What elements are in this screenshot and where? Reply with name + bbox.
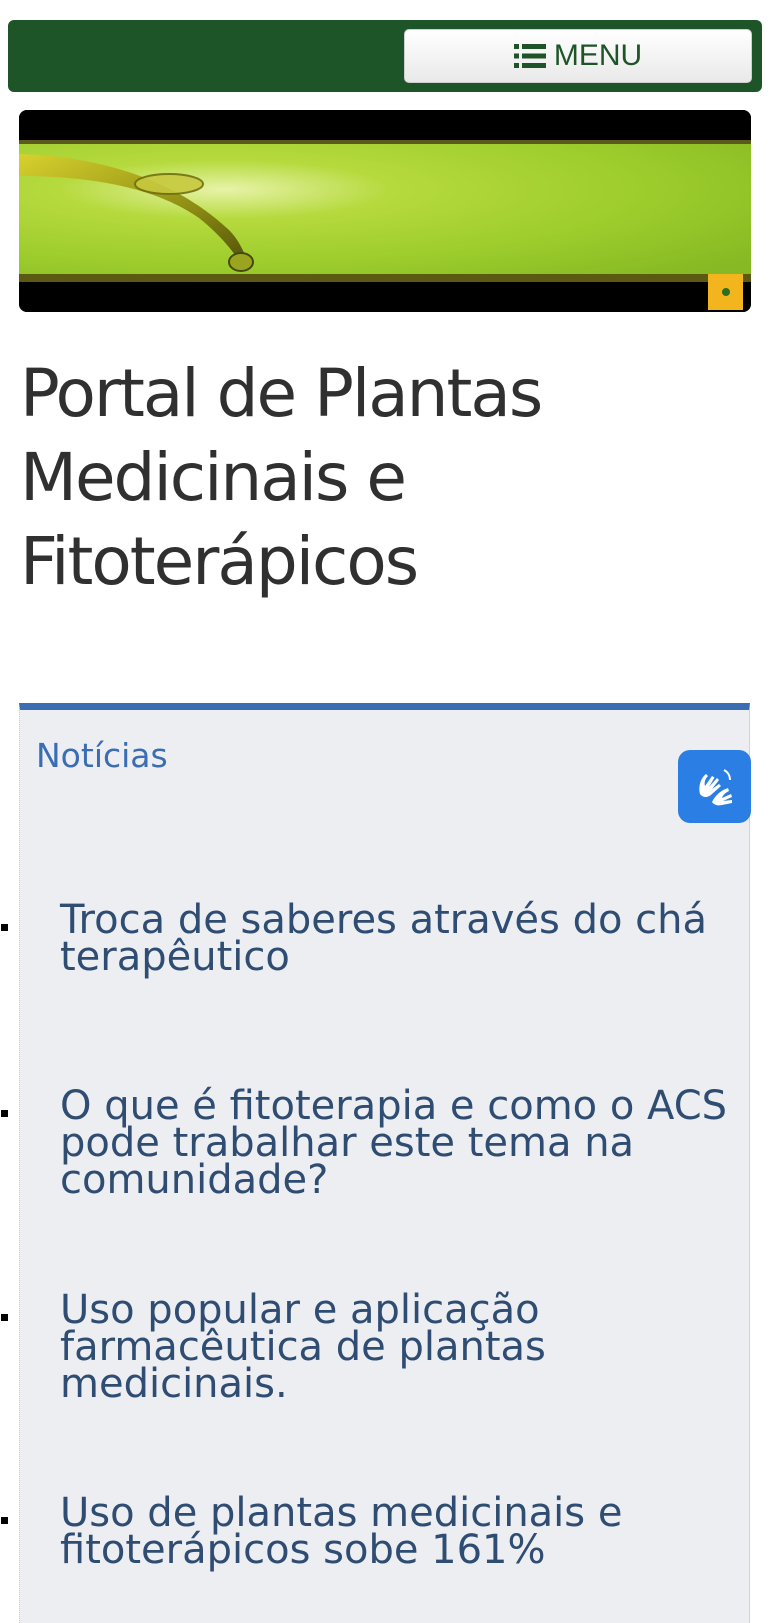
sign-language-hands-icon — [698, 768, 732, 805]
bullet-icon — [1, 1517, 8, 1524]
indicator-dot-icon — [721, 288, 730, 296]
news-heading: Notícias — [36, 736, 168, 775]
news-link[interactable]: Uso de plantas medicinais e fitoterápico… — [60, 1493, 740, 1570]
page-title: Portal de Plantas Medicinais e Fitoteráp… — [20, 355, 543, 600]
bullet-icon — [1, 1110, 8, 1117]
news-link[interactable]: O que é fitoterapia e como o ACS pode tr… — [60, 1086, 740, 1200]
menu-label: MENU — [553, 39, 643, 72]
news-link[interactable]: Troca de saberes através do chá terapêut… — [60, 900, 740, 977]
leaf-water-drop-image — [19, 110, 751, 312]
menu-button[interactable]: MENU — [404, 29, 752, 83]
header-banner — [19, 110, 751, 312]
list-icon — [513, 44, 546, 68]
slideshow-indicator[interactable] — [708, 274, 743, 310]
bullet-icon — [1, 1314, 8, 1321]
vlibras-accessibility-button[interactable] — [678, 750, 751, 823]
news-panel: Notícias Troca de saberes através do chá… — [1, 703, 750, 1623]
bullet-icon — [1, 924, 8, 931]
news-link[interactable]: Uso popular e aplicação farmacêutica de … — [60, 1290, 740, 1404]
